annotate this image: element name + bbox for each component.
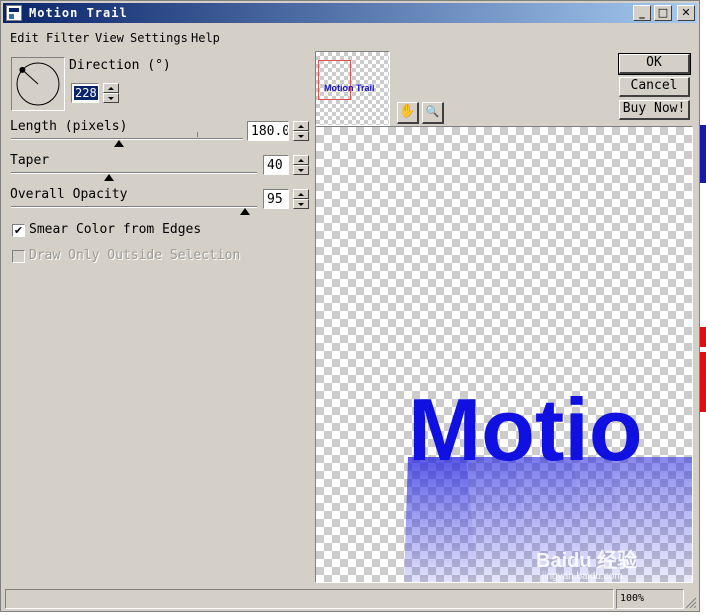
status-bar bbox=[5, 589, 614, 609]
opacity-spinner[interactable] bbox=[293, 189, 309, 209]
length-label: Length (pixels) bbox=[10, 119, 128, 134]
watermark-url: jingyan.baidu.com bbox=[541, 571, 623, 582]
opacity-input[interactable]: 95 bbox=[263, 189, 289, 209]
length-down-icon[interactable] bbox=[293, 131, 309, 141]
opacity-slider-track[interactable] bbox=[11, 206, 257, 208]
direction-up-icon[interactable] bbox=[103, 83, 119, 93]
taper-up-icon[interactable] bbox=[293, 155, 309, 165]
length-slider-track[interactable] bbox=[11, 138, 243, 140]
menu-bar: Edit Filter View Settings Help bbox=[3, 27, 697, 47]
thumbnail-text: Motion Trail bbox=[324, 83, 375, 93]
zoom-tool-button[interactable]: 🔍 bbox=[422, 102, 444, 124]
navigator-viewport[interactable] bbox=[318, 60, 351, 100]
preview-canvas[interactable]: Motio Baidu 经验 jingyan.baidu.com bbox=[315, 126, 693, 583]
cancel-button[interactable]: Cancel bbox=[619, 77, 690, 97]
taper-spinner[interactable] bbox=[293, 155, 309, 175]
motion-trail-dialog: Motion Trail _ □ ✕ Edit Filter View Sett… bbox=[0, 0, 700, 612]
draw-outside-checkbox[interactable] bbox=[12, 250, 25, 263]
taper-slider-track[interactable] bbox=[11, 172, 257, 174]
opacity-label: Overall Opacity bbox=[10, 187, 128, 202]
app-icon bbox=[6, 5, 22, 21]
direction-label: Direction (°) bbox=[69, 58, 171, 73]
taper-slider-thumb[interactable] bbox=[104, 174, 115, 181]
direction-down-icon[interactable] bbox=[103, 93, 119, 103]
length-value: 180.0 bbox=[251, 124, 289, 139]
zoom-status: 100% bbox=[616, 589, 684, 609]
opacity-down-icon[interactable] bbox=[293, 199, 309, 209]
length-spinner[interactable] bbox=[293, 121, 309, 141]
close-button[interactable]: ✕ bbox=[677, 5, 695, 21]
maximize-button[interactable]: □ bbox=[654, 5, 672, 21]
preview-text: Motio bbox=[408, 380, 643, 479]
menu-edit[interactable]: Edit bbox=[10, 31, 39, 45]
taper-down-icon[interactable] bbox=[293, 165, 309, 175]
taper-value: 40 bbox=[267, 158, 283, 173]
opacity-slider-thumb[interactable] bbox=[239, 208, 250, 215]
direction-dial-frame bbox=[11, 57, 65, 111]
preview-render: Motio Baidu 经验 jingyan.baidu.com bbox=[404, 380, 692, 582]
smear-color-label[interactable]: Smear Color from Edges bbox=[29, 222, 201, 237]
taper-label: Taper bbox=[10, 153, 50, 168]
watermark-logo: Baidu 经验 bbox=[536, 548, 637, 572]
menu-view[interactable]: View bbox=[95, 31, 124, 45]
window-title: Motion Trail bbox=[29, 6, 128, 20]
direction-spinner[interactable] bbox=[103, 83, 119, 103]
hand-tool-button[interactable]: ✋ bbox=[397, 102, 419, 124]
length-tick bbox=[197, 132, 198, 137]
direction-dial[interactable] bbox=[12, 58, 64, 110]
ok-button[interactable]: OK bbox=[618, 53, 691, 75]
opacity-up-icon[interactable] bbox=[293, 189, 309, 199]
draw-outside-label[interactable]: Draw Only Outside Selection bbox=[29, 248, 240, 263]
resize-grip-icon[interactable] bbox=[685, 597, 697, 609]
length-up-icon[interactable] bbox=[293, 121, 309, 131]
buy-now-button[interactable]: Buy Now! bbox=[619, 100, 690, 120]
menu-settings[interactable]: Settings bbox=[130, 31, 188, 45]
length-input[interactable]: 180.0 bbox=[247, 121, 289, 141]
direction-input[interactable]: 228 bbox=[71, 83, 99, 103]
menu-filter[interactable]: Filter bbox=[46, 31, 89, 45]
length-slider-thumb[interactable] bbox=[114, 140, 124, 147]
smear-color-checkbox[interactable]: ✔ bbox=[12, 224, 25, 237]
hand-icon: ✋ bbox=[399, 104, 416, 119]
taper-input[interactable]: 40 bbox=[263, 155, 289, 175]
opacity-value: 95 bbox=[267, 192, 283, 207]
menu-help[interactable]: Help bbox=[191, 31, 220, 45]
navigator-thumbnail[interactable]: Motion Trail bbox=[315, 51, 390, 126]
title-bar[interactable]: Motion Trail _ □ ✕ bbox=[3, 3, 697, 23]
magnifier-icon: 🔍 bbox=[425, 105, 440, 118]
minimize-button[interactable]: _ bbox=[633, 5, 651, 21]
direction-value: 228 bbox=[74, 86, 98, 100]
